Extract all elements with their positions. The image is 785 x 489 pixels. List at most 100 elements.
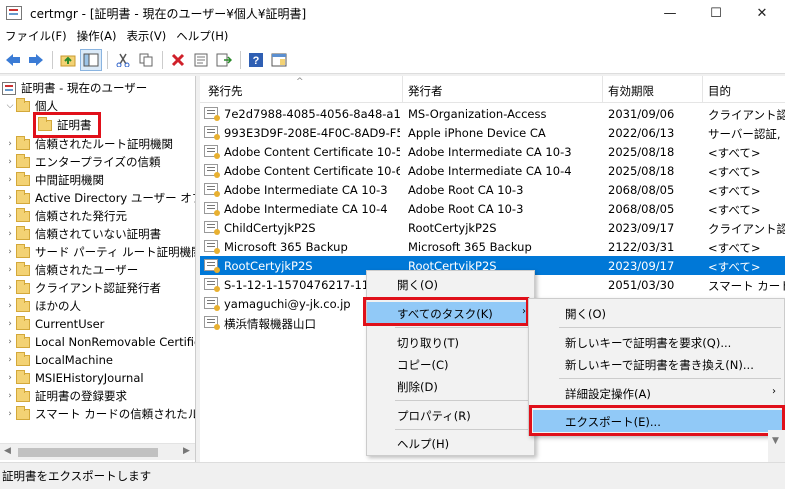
table-row[interactable]: Adobe Content Certificate 10-5 Adobe Inte… [200, 142, 785, 161]
maximize-button[interactable]: ☐ [693, 0, 739, 26]
tree-item[interactable]: › CurrentUser [4, 315, 104, 333]
tree-item[interactable]: › ほかの人 [4, 297, 81, 315]
chevron-right-icon[interactable]: › [4, 175, 16, 185]
tree-item[interactable]: › 信頼されたユーザー [4, 261, 138, 279]
cell-purpose: スマート カード ロ [708, 279, 785, 293]
tree-item[interactable]: › 信頼されたルート証明機関 [4, 135, 173, 153]
tree-item[interactable]: › 中間証明機関 [4, 171, 104, 189]
submenu-item-renew-new-key[interactable]: 新しいキーで証明書を書き換え(N)... [529, 353, 784, 375]
table-row[interactable]: Adobe Intermediate CA 10-4 Adobe Root CA … [200, 199, 785, 218]
folder-icon [16, 207, 30, 222]
chevron-right-icon[interactable]: › [4, 229, 16, 239]
scroll-thumb[interactable] [18, 448, 158, 457]
folder-icon [16, 315, 30, 330]
scroll-left-icon[interactable]: ◀ [4, 446, 11, 456]
chevron-down-icon[interactable]: ⌵ [4, 101, 16, 111]
cell-by: Apple iPhone Device CA [408, 126, 546, 140]
menu-help[interactable]: ヘルプ(H) [171, 26, 233, 46]
table-row[interactable]: Microsoft 365 Backup Microsoft 365 Backup… [200, 237, 785, 256]
chevron-right-icon[interactable]: › [4, 337, 16, 347]
chevron-right-icon[interactable]: › [4, 319, 16, 329]
submenu-item-open[interactable]: 開く(O) [529, 302, 784, 324]
chevron-right-icon[interactable]: › [4, 247, 16, 257]
table-row[interactable]: 7e2d7988-4085-4056-8a48-a12e... MS-Organi… [200, 104, 785, 123]
menu-item-delete[interactable]: 削除(D) [367, 375, 534, 397]
scroll-right-icon[interactable]: ▶ [183, 446, 190, 456]
submenu-item-request-new-key[interactable]: 新しいキーで証明書を要求(Q)... [529, 331, 784, 353]
submenu-item-advanced[interactable]: 詳細設定操作(A) › [529, 382, 784, 404]
chevron-right-icon[interactable]: › [4, 193, 16, 203]
chevron-right-icon[interactable]: › [4, 139, 16, 149]
menu-file[interactable]: ファイル(F) [0, 26, 72, 46]
properties-icon[interactable] [190, 49, 212, 71]
toolbar-divider [240, 50, 241, 69]
chevron-right-icon[interactable]: › [4, 157, 16, 167]
tree-item[interactable]: › エンタープライズの信頼 [4, 153, 160, 171]
chevron-right-icon[interactable]: › [4, 391, 16, 401]
menu-item-cut[interactable]: 切り取り(T) [367, 331, 534, 353]
folder-icon [16, 153, 30, 168]
menu-action[interactable]: 操作(A) [72, 26, 122, 46]
tree-horizontal-scrollbar[interactable]: ◀ ▶ [0, 443, 195, 460]
tree-item[interactable]: › 信頼されていない証明書 [4, 225, 161, 243]
column-purpose[interactable]: 目的 [708, 83, 731, 99]
table-row[interactable]: ChildCertyjkP2S RootCertyjkP2S 2023/09/17 ク… [200, 218, 785, 237]
column-divider[interactable] [702, 76, 703, 103]
cell-exp: 2023/09/17 [608, 221, 675, 235]
certificate-icon [204, 107, 220, 121]
chevron-right-icon[interactable]: › [4, 211, 16, 221]
tree-item[interactable]: ›スマート カードの信頼されたルート [4, 405, 195, 423]
forward-icon[interactable] [25, 49, 47, 71]
tree-item[interactable]: › LocalMachine [4, 351, 113, 369]
tree-item[interactable]: › MSIEHistoryJournal [4, 369, 144, 387]
table-row[interactable]: Adobe Intermediate CA 10-3 Adobe Root CA … [200, 180, 785, 199]
cell-purpose: <すべて> [708, 184, 761, 198]
certificate-icon [204, 278, 220, 292]
table-row[interactable]: 993E3D9F-208E-4F0C-8AD9-F5A... Apple iPho… [200, 123, 785, 142]
cell-by: MS-Organization-Access [408, 107, 547, 121]
column-divider[interactable] [602, 76, 603, 103]
menu-item-help[interactable]: ヘルプ(H) [367, 432, 534, 454]
column-header-bar: 発行先 ^ 発行者 有効期限 目的 [200, 76, 785, 103]
tree-item[interactable]: › クライアント認証発行者 [4, 279, 161, 297]
cell-purpose: クライアント認証 [708, 222, 785, 236]
menu-item-copy[interactable]: コピー(C) [367, 353, 534, 375]
chevron-right-icon[interactable]: › [4, 301, 16, 311]
tree-item[interactable]: › 信頼された発行元 [4, 207, 127, 225]
chevron-right-icon[interactable]: › [4, 265, 16, 275]
snapin-view-icon[interactable] [268, 49, 290, 71]
folder-icon [16, 297, 30, 312]
delete-icon[interactable] [167, 49, 189, 71]
close-button[interactable]: ✕ [739, 0, 785, 26]
tree-item[interactable]: ›Local NonRemovable Certificates [4, 333, 195, 351]
column-issued-by[interactable]: 発行者 [408, 83, 443, 99]
menu-item-open[interactable]: 開く(O) [367, 273, 534, 295]
chevron-right-icon[interactable]: › [4, 373, 16, 383]
tree-item[interactable]: › 証明書の登録要求 [4, 387, 127, 405]
export-list-icon[interactable] [213, 49, 235, 71]
column-expiration[interactable]: 有効期限 [608, 83, 654, 99]
minimize-button[interactable]: — [647, 0, 693, 26]
table-row[interactable]: Adobe Content Certificate 10-6 Adobe Inte… [200, 161, 785, 180]
cell-purpose: <すべて> [708, 241, 761, 255]
up-folder-icon[interactable] [57, 49, 79, 71]
help-icon[interactable]: ? [245, 49, 267, 71]
scroll-down-icon[interactable]: ▼ [772, 436, 779, 446]
menu-item-properties[interactable]: プロパティ(R) [367, 404, 534, 426]
tree-item[interactable]: › サード パーティ ルート証明機関 [4, 243, 195, 261]
menu-view[interactable]: 表示(V) [121, 26, 171, 46]
column-divider[interactable] [402, 76, 403, 103]
tree-root[interactable]: 証明書 - 現在のユーザー [2, 79, 147, 97]
chevron-right-icon[interactable]: › [4, 409, 16, 419]
tree-item[interactable]: ›Active Directory ユーザー オブジェクト [4, 189, 195, 207]
back-icon[interactable] [2, 49, 24, 71]
cut-icon[interactable] [112, 49, 134, 71]
folder-icon [16, 189, 30, 204]
list-vertical-scrollbar[interactable]: ▼ [768, 430, 785, 462]
chevron-right-icon[interactable]: › [4, 283, 16, 293]
show-hide-tree-icon[interactable] [80, 48, 102, 71]
certificate-icon [204, 316, 220, 330]
chevron-right-icon[interactable]: › [4, 355, 16, 365]
column-issued-to[interactable]: 発行先 [208, 83, 243, 99]
copy-icon[interactable] [135, 49, 157, 71]
